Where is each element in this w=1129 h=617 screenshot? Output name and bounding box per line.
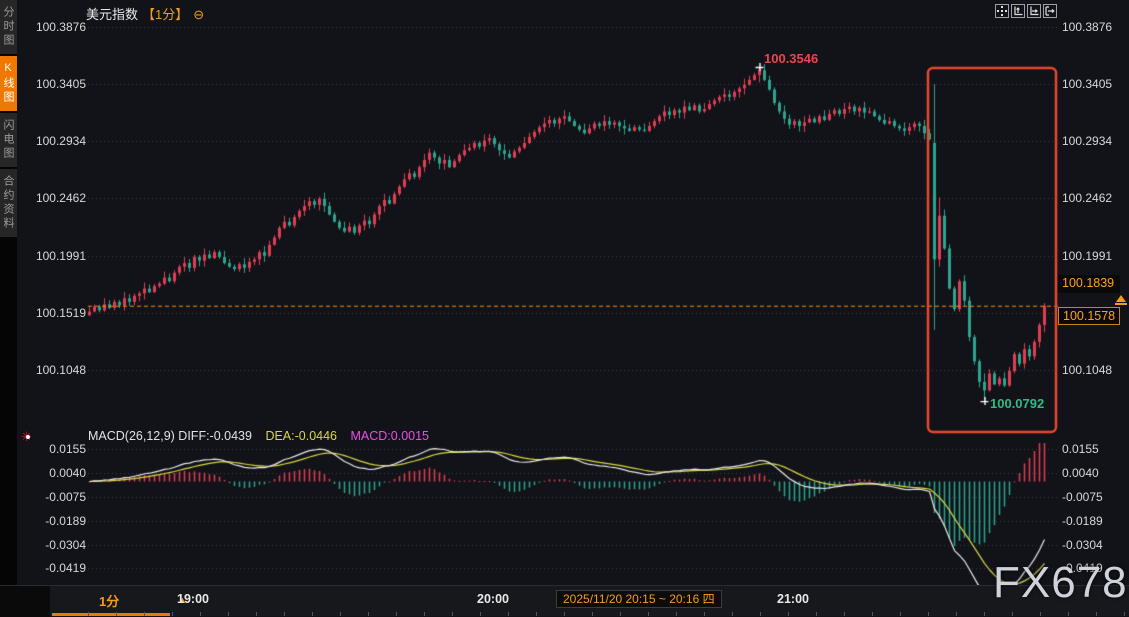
price-direction-icon: [1115, 295, 1127, 305]
ref-price-badge: 100.1839: [1058, 275, 1120, 293]
sidebar: 分时图 K线图 闪电图 合约资料: [0, 0, 17, 616]
chart-toolbar: [995, 4, 1057, 18]
x-axis-zoom-icon[interactable]: [1027, 4, 1041, 18]
candlestick-chart[interactable]: [0, 0, 1129, 616]
pan-right-icon[interactable]: [1043, 4, 1057, 18]
price-axis-label: 100.3876: [1062, 20, 1113, 34]
macd-header: MACD(26,12,9) DIFF:-0.0439 DEA:-0.0446 M…: [88, 429, 429, 443]
sidebar-tab-lightning[interactable]: 闪电图: [0, 113, 17, 167]
macd-axis-label: -0.0304: [1062, 538, 1103, 552]
price-axis-label: 100.1048: [1062, 363, 1113, 377]
macd-value: MACD:0.0015: [350, 429, 430, 443]
timeframe-button[interactable]: 1分: [99, 591, 119, 610]
macd-axis-label: -0.0304: [45, 538, 86, 552]
chart-title: 美元指数 【1分】 ⊖: [86, 4, 204, 23]
price-axis-left: 100.3876 100.3405 100.2934 100.2462 100.1991…: [30, 0, 86, 590]
zoom-out-icon[interactable]: ⊖: [193, 7, 204, 22]
sidebar-tab-kline[interactable]: K线图: [0, 56, 17, 111]
time-axis-label: 19:00: [177, 592, 209, 606]
price-axis-label: 100.2934: [35, 134, 86, 148]
crosshair-icon[interactable]: [995, 4, 1009, 18]
watermark: FX678: [993, 558, 1128, 607]
price-axis-label: 100.3876: [35, 20, 86, 34]
dea-value: DEA:-0.0446: [265, 429, 338, 443]
price-axis-label: 100.2934: [1062, 134, 1113, 148]
indicator-settings-icon[interactable]: [21, 430, 35, 444]
macd-axis-label: -0.0419: [45, 561, 86, 575]
bottom-bar: 1分 ▲ 19:00 20:00 21:00 2025/11/20 20:15 ~ …: [0, 585, 1129, 617]
bottom-bar-corner: [0, 586, 50, 617]
sidebar-tab-contract-info[interactable]: 合约资料: [0, 169, 17, 237]
macd-axis-label: 0.0040: [1062, 466, 1099, 480]
macd-axis-label: 0.0155: [49, 442, 86, 456]
timeframe-label: 【1分】: [142, 7, 189, 22]
time-axis-label: 20:00: [477, 592, 509, 606]
macd-axis-label: -0.0075: [45, 490, 86, 504]
macd-axis-label: -0.0189: [45, 514, 86, 528]
macd-axis-label: 0.0040: [49, 466, 86, 480]
price-axis-label: 100.1991: [35, 249, 86, 263]
macd-params-diff-value: MACD(26,12,9) DIFF:-0.0439: [88, 429, 252, 443]
time-axis-ruler[interactable]: [88, 612, 1129, 616]
date-range-label: 2025/11/20 20:15 ~ 20:16 四: [556, 590, 722, 608]
price-axis-label: 100.3405: [35, 77, 86, 91]
price-axis-label: 100.1519: [35, 306, 86, 320]
macd-axis-label: 0.0155: [1062, 442, 1099, 456]
last-price-badge: 100.1578: [1058, 307, 1120, 325]
y-axis-zoom-icon[interactable]: [1011, 4, 1025, 18]
price-axis-label: 100.2462: [1062, 191, 1113, 205]
price-axis-label: 100.1048: [35, 363, 86, 377]
price-axis-label: 100.3405: [1062, 77, 1113, 91]
price-axis-label: 100.1991: [1062, 249, 1113, 263]
symbol-name: 美元指数: [86, 7, 139, 22]
price-axis-label: 100.2462: [35, 191, 86, 205]
session-high-label: 100.3546: [764, 51, 819, 66]
session-low-label: 100.0792: [990, 396, 1045, 411]
macd-axis-label: -0.0075: [1062, 490, 1103, 504]
time-axis-label: 21:00: [777, 592, 809, 606]
macd-axis-label: -0.0189: [1062, 514, 1103, 528]
sidebar-tab-timeline[interactable]: 分时图: [0, 0, 17, 54]
